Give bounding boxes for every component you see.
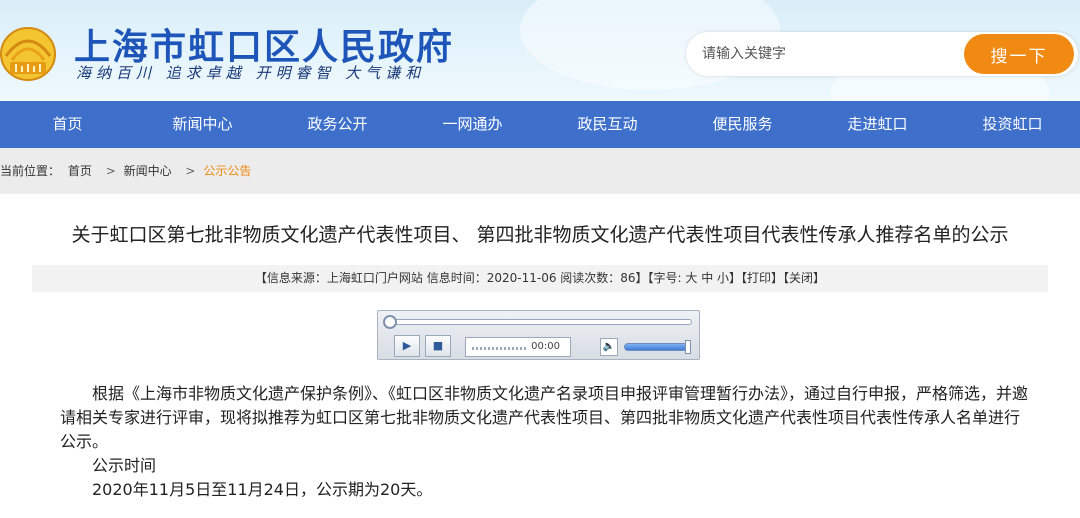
nav-item-public-service[interactable]: 便民服务 bbox=[675, 101, 810, 148]
breadcrumb-current[interactable]: 公示公告 bbox=[203, 164, 251, 178]
audio-player: ▶ ■ 00:00 🔈 bbox=[377, 310, 700, 360]
search-input[interactable] bbox=[702, 32, 952, 76]
nav-item-interaction[interactable]: 政民互动 bbox=[540, 101, 675, 148]
article-paragraph: 2020年11月5日至11月24日，公示期为20天。 bbox=[92, 480, 433, 499]
audio-progress-bar[interactable] bbox=[383, 315, 692, 329]
search-box: 搜一下 bbox=[686, 32, 1078, 76]
volume-handle[interactable] bbox=[685, 340, 691, 354]
volume-icon[interactable]: 🔈 bbox=[600, 338, 618, 356]
stop-icon[interactable]: ■ bbox=[425, 335, 451, 357]
article-paragraph: 公示时间 bbox=[92, 456, 157, 475]
nav-item-home[interactable]: 首页 bbox=[0, 101, 135, 148]
breadcrumb-news[interactable]: 新闻中心 bbox=[124, 164, 172, 178]
volume-slider[interactable] bbox=[624, 340, 691, 354]
nav-item-about-hongkou[interactable]: 走进虹口 bbox=[810, 101, 945, 148]
play-icon[interactable]: ▶ bbox=[394, 335, 420, 357]
nav-item-one-stop-service[interactable]: 一网通办 bbox=[405, 101, 540, 148]
main-nav: 首页 新闻中心 政务公开 一网通办 政民互动 便民服务 走进虹口 投资虹口 bbox=[0, 101, 1080, 148]
site-header: 上海市虹口区人民政府 海纳百川 追求卓越 开明睿智 大气谦和 搜一下 bbox=[0, 0, 1080, 101]
audio-time: 00:00 bbox=[531, 341, 560, 352]
district-emblem-icon[interactable] bbox=[0, 20, 64, 82]
search-button[interactable]: 搜一下 bbox=[964, 34, 1074, 74]
nav-item-invest-hongkou[interactable]: 投资虹口 bbox=[945, 101, 1080, 148]
audio-progress-handle[interactable] bbox=[383, 315, 397, 329]
breadcrumb-separator: > bbox=[185, 164, 196, 178]
nav-item-government-affairs[interactable]: 政务公开 bbox=[270, 101, 405, 148]
article-title: 关于虹口区第七批非物质文化遗产代表性项目、 第四批非物质文化遗产代表性项目代表性… bbox=[71, 224, 1009, 246]
breadcrumb-separator: > bbox=[105, 164, 116, 178]
audio-time-display: 00:00 bbox=[465, 337, 571, 357]
site-motto: 海纳百川 追求卓越 开明睿智 大气谦和 bbox=[76, 64, 426, 82]
article-meta: 【信息来源：上海虹口门户网站 信息时间：2020-11-06 阅读次数：86】【… bbox=[32, 265, 1048, 292]
breadcrumb: 当前位置： 首页 > 新闻中心 > 公示公告 bbox=[0, 148, 1080, 194]
breadcrumb-home[interactable]: 首页 bbox=[68, 164, 92, 178]
breadcrumb-label: 当前位置： bbox=[0, 164, 61, 178]
nav-item-news[interactable]: 新闻中心 bbox=[135, 101, 270, 148]
article-paragraph: 根据《上海市非物质文化遗产保护条例》、《虹口区非物质文化遗产名录项目申报评审管理… bbox=[60, 384, 1029, 451]
article-body: 根据《上海市非物质文化遗产保护条例》、《虹口区非物质文化遗产名录项目申报评审管理… bbox=[60, 382, 1030, 502]
